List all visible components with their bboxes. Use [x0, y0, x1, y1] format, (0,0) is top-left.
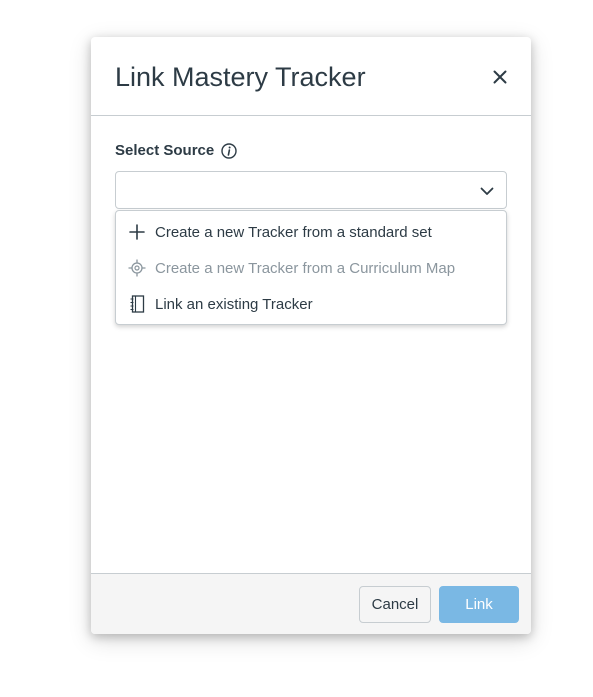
menu-item-existing-tracker[interactable]: Link an existing Tracker: [116, 286, 506, 322]
modal-header: Link Mastery Tracker: [91, 37, 531, 116]
close-button[interactable]: [487, 64, 513, 90]
source-options-menu: Create a new Tracker from a standard set…: [115, 210, 507, 325]
modal-title: Link Mastery Tracker: [115, 62, 366, 92]
modal-footer: Cancel Link: [91, 573, 531, 634]
target-icon: [128, 259, 146, 277]
select-source-label-text: Select Source: [115, 142, 215, 159]
plus-icon: [128, 223, 146, 241]
menu-item-label: Create a new Tracker from a Curriculum M…: [155, 259, 456, 277]
cancel-button[interactable]: Cancel: [359, 586, 431, 623]
notebook-icon: [128, 295, 146, 313]
link-button[interactable]: Link: [439, 586, 519, 623]
link-mastery-tracker-modal: Link Mastery Tracker Select Source Creat…: [91, 37, 531, 634]
menu-item-standard-set[interactable]: Create a new Tracker from a standard set: [116, 214, 506, 250]
chevron-down-icon: [480, 187, 494, 195]
menu-item-label: Create a new Tracker from a standard set: [155, 223, 432, 241]
menu-item-curriculum-map: Create a new Tracker from a Curriculum M…: [116, 250, 506, 286]
info-icon[interactable]: [221, 142, 237, 159]
select-source-dropdown[interactable]: [115, 171, 507, 209]
select-source-label: Select Source: [115, 142, 237, 159]
menu-item-label: Link an existing Tracker: [155, 295, 313, 313]
close-icon: [493, 70, 507, 84]
